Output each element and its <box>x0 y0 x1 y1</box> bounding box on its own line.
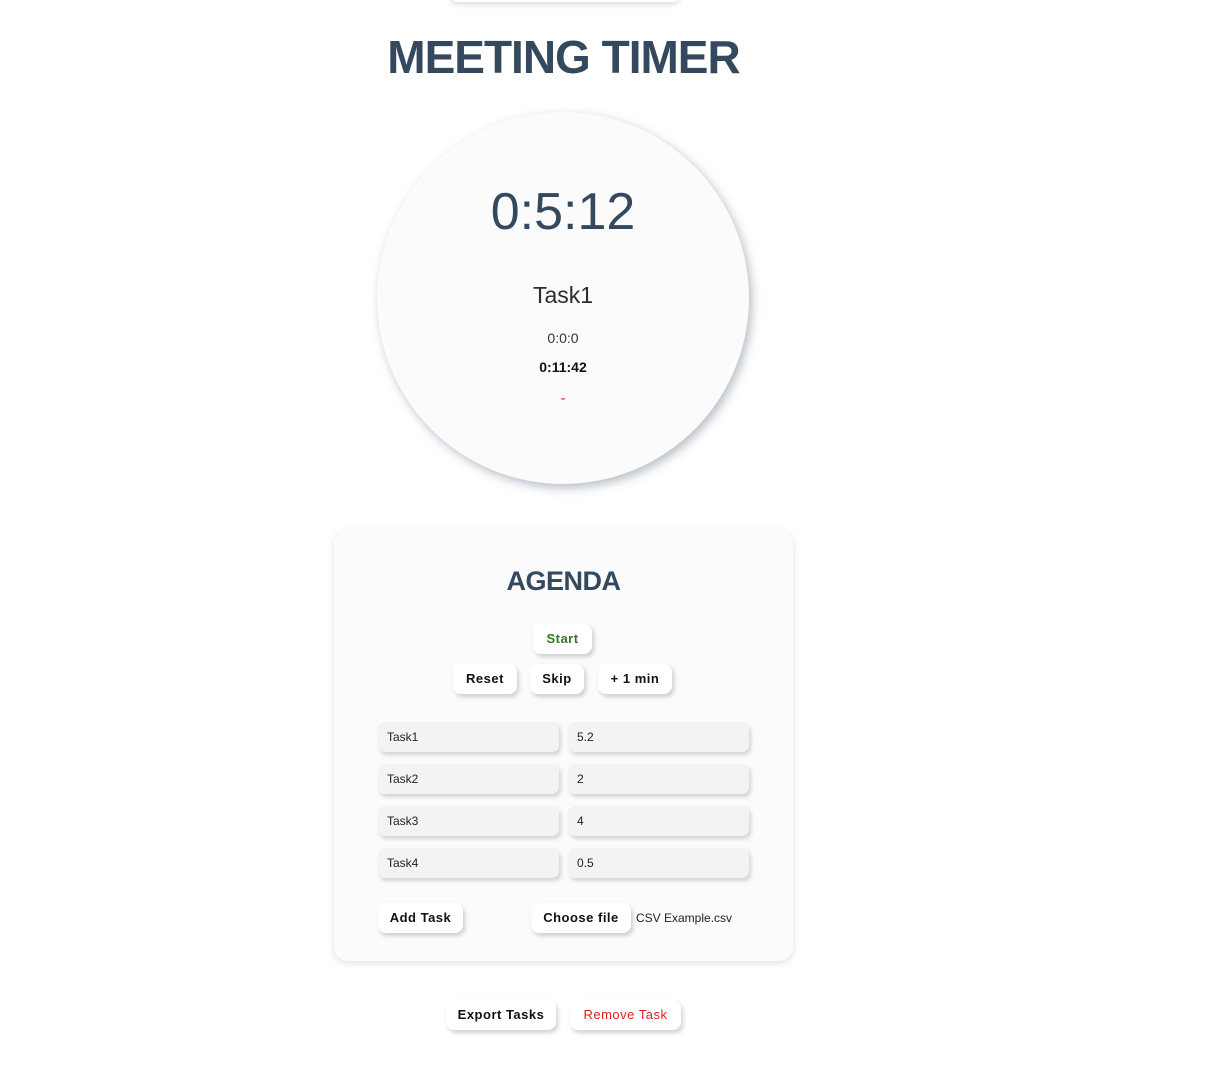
agenda-title: AGENDA <box>506 566 621 596</box>
task-duration-input[interactable] <box>568 848 749 878</box>
task-name-input[interactable] <box>378 848 559 878</box>
selected-file-name: CSV Example.csv <box>636 911 733 925</box>
task-name-input[interactable] <box>378 806 559 836</box>
add-task-button[interactable]: Add Task <box>378 903 463 933</box>
reset-button[interactable]: Reset <box>453 664 517 694</box>
choose-file-button[interactable]: Choose file <box>531 903 631 933</box>
task-duration-input[interactable] <box>568 764 749 794</box>
total-time: 0:11:42 <box>539 359 587 375</box>
elapsed-time: 0:0:0 <box>547 330 579 346</box>
remove-task-button[interactable]: Remove Task <box>570 1000 681 1030</box>
export-tasks-button[interactable]: Export Tasks <box>446 1000 556 1030</box>
skip-button[interactable]: Skip <box>530 664 584 694</box>
start-button[interactable]: Start <box>533 624 592 654</box>
remaining-time: 0:5:12 <box>490 183 636 241</box>
page-title: MEETING TIMER <box>387 31 740 83</box>
agenda-panel: AGENDA Start Reset Skip + 1 min Add Task… <box>334 530 793 961</box>
task-duration-input[interactable] <box>568 722 749 752</box>
time-difference: - <box>560 390 566 407</box>
task-name-input[interactable] <box>378 764 559 794</box>
task-name-input[interactable] <box>378 722 559 752</box>
current-task-name: Task1 <box>532 282 594 308</box>
top-nav-edge <box>450 0 680 2</box>
task-duration-input[interactable] <box>568 806 749 836</box>
add-minute-button[interactable]: + 1 min <box>598 664 672 694</box>
timer-clock: 0:5:12 Task1 0:0:0 0:11:42 - <box>377 112 749 484</box>
